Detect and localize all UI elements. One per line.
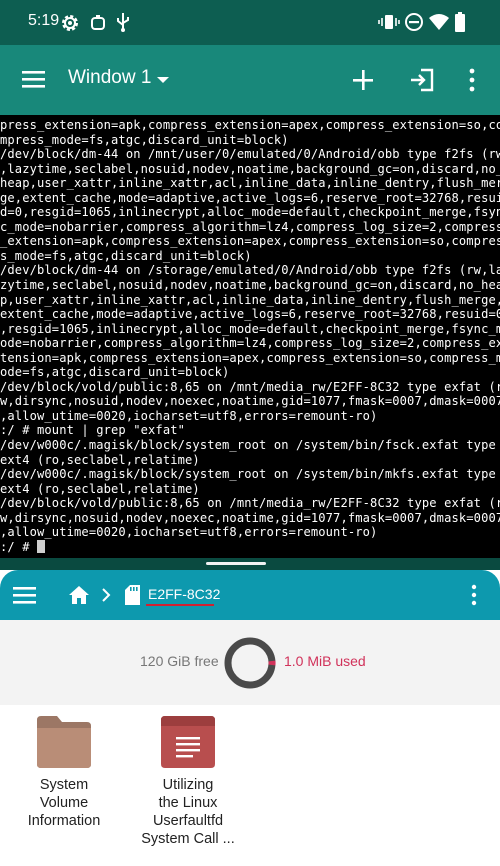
terminal-line: press_extension=apk,compress_extension=a…	[0, 118, 500, 132]
hamburger-menu-icon[interactable]	[13, 585, 37, 605]
terminal-line: heap,user_xattr,inline_xattr,acl,inline_…	[0, 176, 500, 191]
drag-handle[interactable]	[206, 562, 266, 565]
file-item-system-volume-information[interactable]: System Volume Information	[9, 714, 119, 830]
file-name: System Volume Information	[27, 777, 101, 829]
terminal-line: ,lazytime,seclabel,nosuid,nodev,noatime,…	[0, 161, 500, 176]
terminal-line: tension=apk,compress_extension=apex,comp…	[0, 350, 500, 365]
terminal-text: press_extension=apk,compress_extension=a…	[0, 118, 500, 554]
terminal-line: extent_cache,mode=adaptive,active_logs=6…	[0, 307, 500, 322]
chevron-right-icon	[102, 588, 111, 602]
document-icon	[161, 716, 215, 768]
terminal-line: w,dirsync,nosuid,nodev,noexec,noatime,gi…	[0, 394, 500, 409]
terminal-line: ,allow_utime=0020,iocharset=utf8,errors=…	[0, 408, 378, 423]
terminal-line: d=0,resgid=1065,inlinecrypt,alloc_mode=d…	[0, 205, 500, 220]
more-vert-icon[interactable]	[470, 584, 478, 606]
do-not-disturb-icon	[405, 13, 423, 31]
terminal-line: ext4 (ro,seclabel,relatime)	[0, 452, 200, 467]
terminal-line: s_mode=fs,atgc,discard_unit=block)	[0, 248, 252, 263]
terminal-line: /dev/w000c/.magisk/block/system_root on …	[0, 467, 496, 482]
wifi-icon	[429, 14, 449, 30]
gear-icon	[62, 15, 78, 31]
window-title[interactable]: Window 1	[68, 67, 151, 89]
terminal-line: _extension=apk,compress_extension=apex,c…	[0, 234, 500, 249]
terminal-cursor	[37, 539, 46, 553]
terminal-line: /dev/block/vold/public:8,65 on /mnt/medi…	[0, 379, 500, 394]
status-bar: 5:19	[0, 0, 500, 45]
underline-annotation	[146, 604, 214, 606]
terminal-line: /dev/block/dm-44 on /storage/emulated/0/…	[0, 263, 500, 278]
file-grid: System Volume Information Utilizing the …	[0, 705, 500, 866]
add-icon[interactable]	[352, 69, 374, 91]
storage-usage-ring	[224, 637, 276, 689]
terminal-line: /dev/block/dm-44 on /mnt/user/0/emulated…	[0, 147, 500, 162]
storage-free-label: 120 GiB free	[140, 653, 219, 669]
breadcrumb-current[interactable]: E2FF-8C32	[148, 586, 220, 602]
battery-icon	[455, 12, 465, 32]
storage-used-label: 1.0 MiB used	[284, 653, 366, 669]
status-time: 5:19	[28, 12, 60, 29]
sd-card-icon	[125, 585, 140, 605]
terminal-line: zytime,seclabel,nosuid,nodev,noatime,bac…	[0, 278, 500, 293]
terminal-line: :/ # mount | grep "exfat"	[0, 423, 186, 438]
robot-icon	[91, 15, 105, 30]
enter-icon[interactable]	[409, 68, 435, 92]
terminal-line: ,resgid=1065,inlinecrypt,alloc_mode=defa…	[0, 321, 500, 336]
terminal-output[interactable]: press_extension=apk,compress_extension=a…	[0, 115, 500, 558]
file-item-utilizing-linux-userfaultfd[interactable]: Utilizing the Linux Userfaultfd System C…	[133, 714, 243, 848]
folder-icon	[37, 716, 91, 768]
terminal-line: :/ #	[0, 539, 38, 554]
file-name: Utilizing the Linux Userfaultfd System C…	[141, 777, 235, 847]
vibrate-icon	[378, 15, 400, 29]
terminal-line: ext4 (ro,seclabel,relatime)	[0, 481, 200, 496]
terminal-line: p,user_xattr,inline_xattr,acl,inline_dat…	[0, 292, 500, 307]
terminal-line: c_mode=nobarrier,compress_algorithm=lz4,…	[0, 219, 500, 234]
terminal-line: /dev/block/vold/public:8,65 on /mnt/medi…	[0, 496, 500, 511]
hamburger-menu-icon[interactable]	[22, 69, 46, 89]
terminal-line: ge,extent_cache,mode=adaptive,active_log…	[0, 190, 500, 205]
file-manager-toolbar: E2FF-8C32	[0, 570, 500, 620]
storage-summary: 120 GiB free 1.0 MiB used	[0, 620, 500, 705]
usb-icon	[117, 13, 129, 32]
home-icon[interactable]	[68, 585, 90, 605]
terminal-line: ,allow_utime=0020,iocharset=utf8,errors=…	[0, 525, 378, 540]
split-divider[interactable]	[0, 558, 500, 570]
terminal-line: mpress_mode=fs,atgc,discard_unit=block)	[0, 132, 289, 147]
terminal-toolbar: Window 1	[0, 45, 500, 115]
dropdown-arrow-icon[interactable]	[156, 75, 170, 85]
terminal-line: ode=nobarrier,compress_algorithm=lz4,com…	[0, 336, 500, 351]
terminal-line: w,dirsync,nosuid,nodev,noexec,noatime,gi…	[0, 510, 500, 525]
terminal-line: /dev/w000c/.magisk/block/system_root on …	[0, 438, 496, 453]
more-vert-icon[interactable]	[468, 68, 476, 92]
terminal-line: ode=fs,atgc,discard_unit=block)	[0, 365, 230, 380]
